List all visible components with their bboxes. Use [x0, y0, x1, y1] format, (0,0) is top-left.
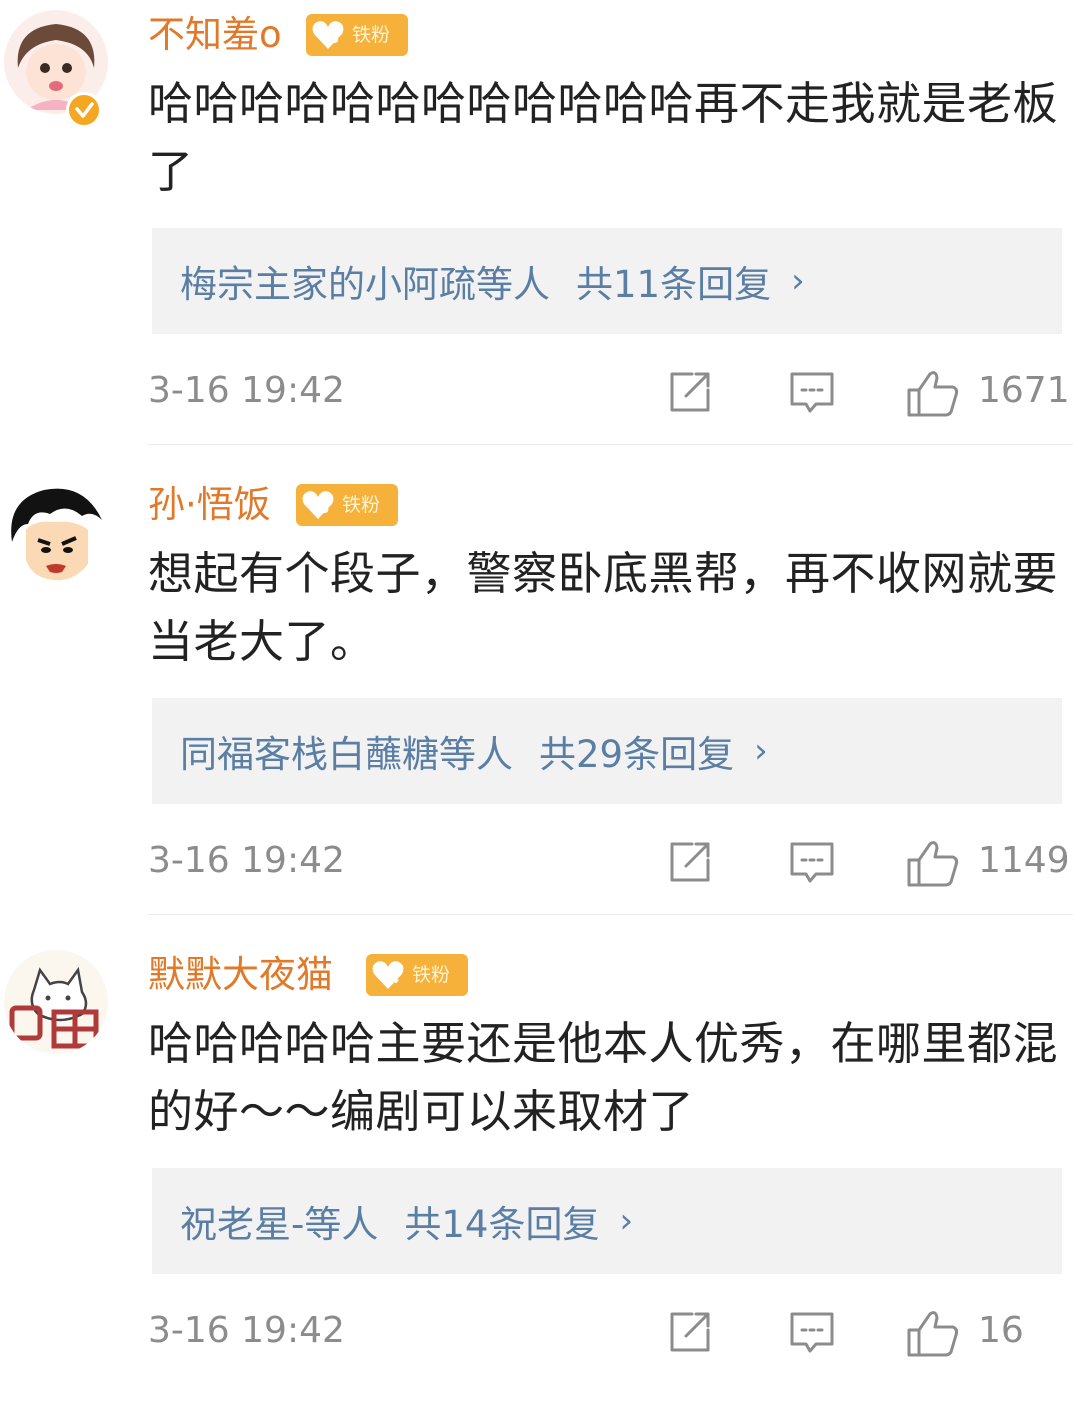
fan-badge-label: 铁粉: [352, 24, 391, 46]
timestamp: 3-16 19:42: [148, 840, 345, 881]
divider: [148, 444, 1073, 445]
username[interactable]: 默默大夜猫: [148, 952, 333, 998]
comment-item: 不知羞o 5 铁粉 哈哈哈哈哈哈哈哈哈哈哈哈再不走我就是老板了 梅宗主家的小阿疏…: [0, 0, 1073, 470]
username[interactable]: 不知羞o: [148, 12, 282, 58]
comment-icon[interactable]: [788, 838, 836, 886]
comment-item: 孙·悟饭 6 铁粉 想起有个段子，警察卧底黑帮，再不收网就要当老大了。 同福客栈…: [0, 470, 1073, 940]
comment-item: 默默大夜猫 4 铁粉 哈哈哈哈哈主要还是他本人优秀，在哪里都混的好～～编剧可以来…: [0, 940, 1073, 1410]
fan-level: 5: [330, 32, 340, 47]
replies-preview[interactable]: 祝老星-等人 共14条回复 ›: [152, 1168, 1062, 1274]
like-count: 1671: [978, 370, 1070, 411]
thumbs-up-icon[interactable]: [906, 368, 960, 418]
heart-icon: [302, 491, 334, 519]
fan-badge-label: 铁粉: [342, 494, 381, 516]
comment-feed: 不知羞o 5 铁粉 哈哈哈哈哈哈哈哈哈哈哈哈再不走我就是老板了 梅宗主家的小阿疏…: [0, 0, 1073, 1367]
replies-preview[interactable]: 梅宗主家的小阿疏等人 共11条回复 ›: [152, 228, 1062, 334]
comment-footer: 3-16 19:42 1149: [148, 832, 1070, 892]
share-icon[interactable]: [666, 368, 714, 416]
avatar[interactable]: [4, 480, 108, 584]
comment-icon[interactable]: [788, 1308, 836, 1356]
replies-preview-users: 祝老星-等人: [180, 1203, 379, 1246]
timestamp: 3-16 19:42: [148, 370, 345, 411]
divider: [148, 914, 1073, 915]
avatar[interactable]: [4, 950, 108, 1054]
fan-badge: 4 铁粉: [366, 954, 468, 996]
fan-badge-label: 铁粉: [412, 964, 451, 986]
replies-total: 共29条回复: [539, 733, 735, 776]
chevron-right-icon: ›: [791, 261, 805, 301]
replies-preview-users: 同福客栈白蘸糖等人: [180, 733, 513, 776]
share-icon[interactable]: [666, 1308, 714, 1356]
comment-footer: 3-16 19:42 1671: [148, 362, 1070, 422]
comment-text: 哈哈哈哈哈主要还是他本人优秀，在哪里都混的好～～编剧可以来取材了: [148, 1017, 1059, 1138]
replies-preview[interactable]: 同福客栈白蘸糖等人 共29条回复 ›: [152, 698, 1062, 804]
fan-badge: 5 铁粉: [306, 14, 408, 56]
comment-footer: 3-16 19:42 16: [148, 1302, 1063, 1362]
fan-level: 4: [390, 972, 400, 987]
heart-icon: [312, 21, 344, 49]
replies-preview-users: 梅宗主家的小阿疏等人: [180, 263, 550, 306]
chevron-right-icon: ›: [619, 1201, 634, 1241]
like-count: 1149: [978, 840, 1070, 881]
comment-text: 想起有个段子，警察卧底黑帮，再不收网就要当老大了。: [148, 547, 1059, 668]
like-count: 16: [978, 1310, 1024, 1351]
comment-text: 哈哈哈哈哈哈哈哈哈哈哈哈再不走我就是老板了: [148, 77, 1059, 198]
fan-level: 6: [320, 502, 330, 517]
replies-total: 共11条回复: [576, 263, 772, 306]
replies-total: 共14条回复: [404, 1203, 600, 1246]
heart-icon: [372, 961, 404, 989]
thumbs-up-icon[interactable]: [906, 838, 960, 888]
username[interactable]: 孙·悟饭: [148, 482, 271, 528]
thumbs-up-icon[interactable]: [906, 1308, 960, 1358]
chevron-right-icon: ›: [754, 731, 768, 771]
timestamp: 3-16 19:42: [148, 1310, 345, 1351]
comment-icon[interactable]: [788, 368, 836, 416]
verified-badge-icon: [66, 92, 102, 128]
share-icon[interactable]: [666, 838, 714, 886]
fan-badge: 6 铁粉: [296, 484, 398, 526]
